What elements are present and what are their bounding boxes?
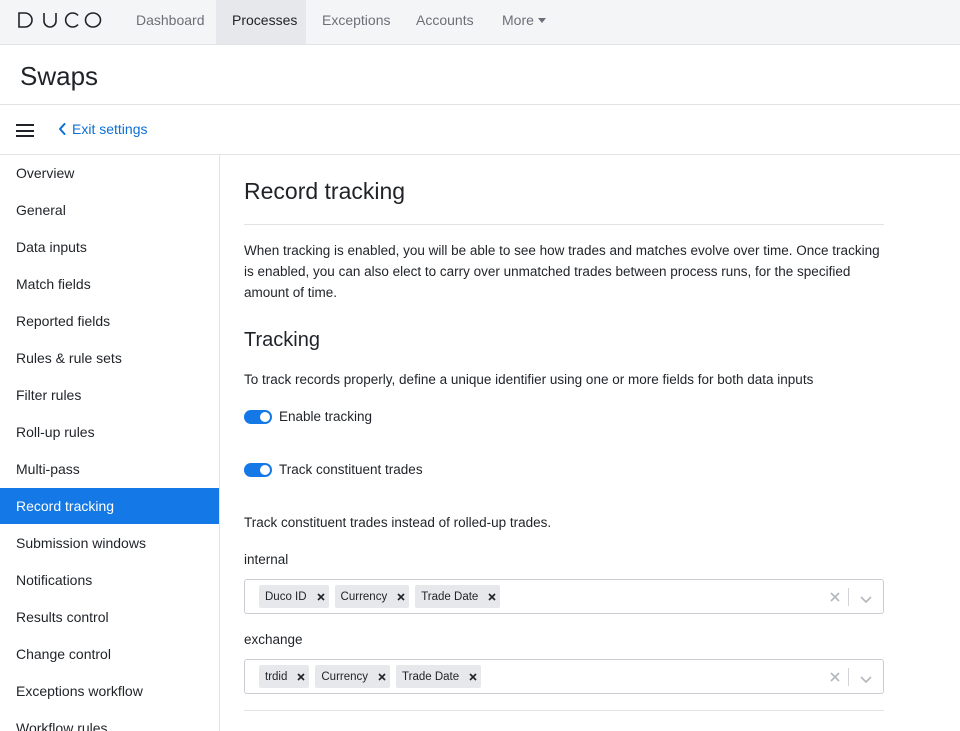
remove-icon[interactable] — [465, 665, 481, 688]
sidebar-item-general[interactable]: General — [0, 192, 219, 228]
selected-fields: trdid Currency Trade Date — [259, 665, 487, 688]
sidebar-item-results-control[interactable]: Results control — [0, 599, 219, 635]
enable-tracking-toggle[interactable] — [244, 410, 272, 424]
chip-label: Trade Date — [421, 590, 479, 603]
caret-down-icon — [537, 17, 546, 23]
section-divider — [244, 710, 884, 711]
sidebar-item-notifications[interactable]: Notifications — [0, 562, 219, 598]
enable-tracking-label: Enable tracking — [279, 409, 373, 424]
remove-icon[interactable] — [393, 585, 409, 608]
selected-fields: Duco ID Currency Trade Date — [259, 585, 506, 608]
exchange-fields-select[interactable]: trdid Currency Trade Date — [244, 659, 884, 694]
track-constituent-label: Track constituent trades — [279, 462, 423, 477]
sidebar-item-overview[interactable]: Overview — [0, 155, 219, 191]
top-navigation: Dashboard Processes Exceptions Accounts … — [0, 0, 960, 45]
track-constituent-toggle[interactable] — [244, 463, 272, 477]
remove-icon[interactable] — [293, 665, 309, 688]
field-chip: Duco ID — [259, 585, 329, 608]
settings-sidebar: Overview General Data inputs Match field… — [0, 155, 220, 731]
chip-label: Trade Date — [402, 670, 460, 683]
tracking-heading: Tracking — [244, 329, 320, 351]
nav-dashboard[interactable]: Dashboard — [120, 0, 221, 44]
description-text: When tracking is enabled, you will be ab… — [244, 243, 880, 300]
duco-logo[interactable] — [18, 11, 102, 29]
field-chip: Currency — [334, 585, 410, 608]
page-header: Swaps — [0, 45, 960, 105]
chip-label: trdid — [265, 670, 288, 683]
chip-label: Currency — [340, 590, 388, 603]
hamburger-icon[interactable] — [16, 124, 34, 137]
chevron-down-icon[interactable] — [859, 671, 873, 684]
chip-label: Currency — [321, 670, 369, 683]
heading-divider — [244, 224, 884, 225]
chevron-left-icon — [59, 123, 66, 136]
page-title: Swaps — [20, 61, 99, 91]
input-label-internal: internal — [244, 552, 289, 567]
clear-all-icon[interactable] — [829, 670, 841, 682]
nav-exceptions[interactable]: Exceptions — [306, 0, 406, 44]
chevron-down-icon[interactable] — [859, 591, 873, 604]
sidebar-item-data-inputs[interactable]: Data inputs — [0, 229, 219, 265]
tracking-instructions: To track records properly, define a uniq… — [244, 372, 814, 387]
sidebar-item-filter-rules[interactable]: Filter rules — [0, 377, 219, 413]
sidebar-item-roll-up-rules[interactable]: Roll-up rules — [0, 414, 219, 450]
sidebar-item-match-fields[interactable]: Match fields — [0, 266, 219, 302]
sidebar-item-rules[interactable]: Rules & rule sets — [0, 340, 219, 376]
sidebar-item-reported-fields[interactable]: Reported fields — [0, 303, 219, 339]
nav-more[interactable]: More — [486, 0, 562, 44]
sidebar-item-record-tracking[interactable]: Record tracking — [0, 488, 219, 524]
constituent-note: Track constituent trades instead of roll… — [244, 515, 552, 530]
field-chip: Trade Date — [415, 585, 501, 608]
remove-icon[interactable] — [484, 585, 500, 608]
field-chip: Currency — [315, 665, 391, 688]
settings-bar: Exit settings — [0, 105, 960, 155]
sidebar-item-exceptions-workflow[interactable]: Exceptions workflow — [0, 673, 219, 709]
nav-processes[interactable]: Processes — [216, 0, 306, 44]
select-divider — [848, 668, 849, 686]
internal-fields-select[interactable]: Duco ID Currency Trade Date — [244, 579, 884, 614]
nav-more-label: More — [502, 12, 534, 28]
sidebar-item-workflow-rules[interactable]: Workflow rules — [0, 710, 219, 731]
field-chip: trdid — [259, 665, 310, 688]
field-chip: Trade Date — [396, 665, 482, 688]
sidebar-item-submission-windows[interactable]: Submission windows — [0, 525, 219, 561]
clear-all-icon[interactable] — [829, 590, 841, 602]
sidebar-item-change-control[interactable]: Change control — [0, 636, 219, 672]
exit-settings-link[interactable]: Exit settings — [58, 121, 147, 137]
remove-icon[interactable] — [313, 585, 329, 608]
input-label-exchange: exchange — [244, 632, 303, 647]
select-divider — [848, 588, 849, 606]
remove-icon[interactable] — [374, 665, 390, 688]
chip-label: Duco ID — [265, 590, 307, 603]
sidebar-item-multi-pass[interactable]: Multi-pass — [0, 451, 219, 487]
nav-accounts[interactable]: Accounts — [400, 0, 490, 44]
section-heading: Record tracking — [244, 178, 406, 204]
exit-settings-label: Exit settings — [72, 121, 148, 137]
